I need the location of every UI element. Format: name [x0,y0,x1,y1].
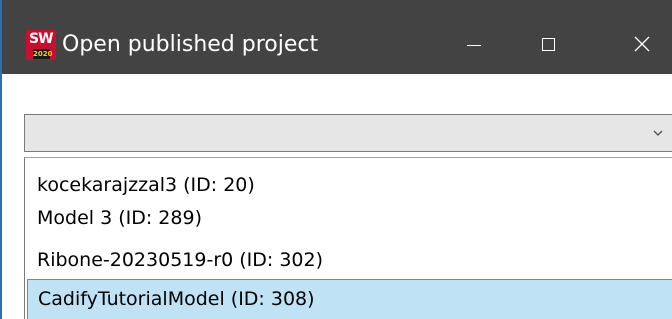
list-item[interactable]: Ribone-20230519-r0 (ID: 302) [25,242,672,278]
list-item-highlighted[interactable]: CadifyTutorialModel (ID: 308) [27,279,672,319]
project-dropdown-list: kocekarajzzal3 (ID: 20) Model 3 (ID: 289… [24,157,672,319]
app-icon-text: SW [29,31,54,47]
minimize-button[interactable] [446,22,502,66]
minimize-icon [467,44,481,46]
window-title: Open published project [62,32,319,57]
app-icon-year: 2020 [33,49,53,59]
title-bar[interactable]: SW 2020 Open published project [2,0,672,74]
maximize-button[interactable] [520,22,576,66]
close-icon [634,36,650,52]
open-project-dialog: SW 2020 Open published project kocekaraj… [0,0,672,319]
close-button[interactable] [614,22,670,66]
list-item[interactable]: Model 3 (ID: 289) [25,200,672,236]
chevron-down-icon[interactable] [651,126,665,140]
maximize-icon [541,37,555,51]
project-select[interactable] [24,114,672,152]
list-item[interactable]: kocekarajzzal3 (ID: 20) [25,167,672,203]
solidworks-2020-icon: SW 2020 [26,30,56,60]
